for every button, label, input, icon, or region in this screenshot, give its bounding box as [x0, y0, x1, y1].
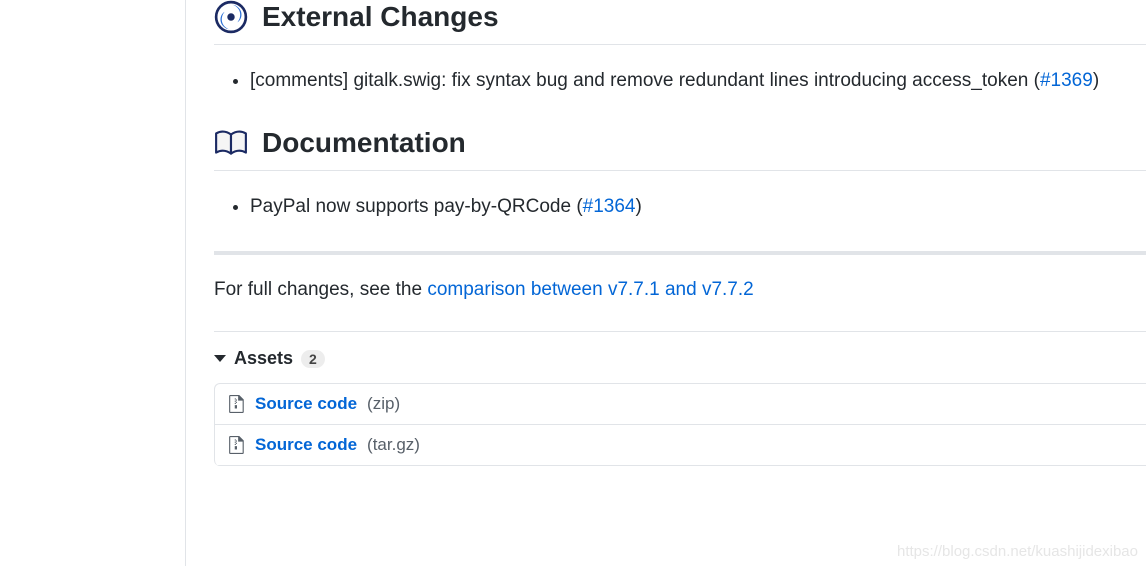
section-title: External Changes — [262, 1, 499, 33]
asset-ext: (tar.gz) — [367, 435, 420, 455]
external-changes-list: [comments] gitalk.swig: fix syntax bug a… — [214, 67, 1146, 96]
list-item: [comments] gitalk.swig: fix syntax bug a… — [250, 67, 1146, 96]
asset-ext: (zip) — [367, 394, 400, 414]
watermark-text: https://blog.csdn.net/kuashijidexibao — [897, 543, 1138, 560]
assets-list: Source code (zip) Source code (tar.gz) — [214, 383, 1146, 466]
documentation-list: PayPal now supports pay-by-QRCode (#1364… — [214, 193, 1146, 222]
asset-link[interactable]: Source code (tar.gz) — [229, 435, 420, 455]
asset-row: Source code (zip) — [215, 384, 1146, 425]
caret-down-icon — [214, 355, 226, 362]
item-text: [comments] gitalk.swig: fix syntax bug a… — [250, 70, 1040, 91]
section-heading-documentation: Documentation — [214, 126, 1146, 171]
horizontal-rule — [214, 251, 1146, 255]
item-text-after: ) — [636, 196, 642, 217]
release-body: External Changes [comments] gitalk.swig:… — [214, 0, 1146, 466]
issue-link[interactable]: #1364 — [583, 196, 636, 217]
file-zip-icon — [229, 436, 245, 454]
asset-name: Source code — [255, 435, 357, 455]
asset-name: Source code — [255, 394, 357, 414]
full-changes-text: For full changes, see the comparison bet… — [214, 279, 1146, 301]
item-text-after: ) — [1093, 70, 1099, 91]
vertical-divider — [185, 0, 186, 566]
assets-label: Assets — [234, 348, 293, 369]
list-item: PayPal now supports pay-by-QRCode (#1364… — [250, 193, 1146, 222]
section-title: Documentation — [262, 127, 466, 159]
asset-row: Source code (tar.gz) — [215, 425, 1146, 466]
file-zip-icon — [229, 395, 245, 413]
issue-link[interactable]: #1369 — [1040, 70, 1093, 91]
horizontal-rule-thin — [214, 331, 1146, 332]
assets-count-badge: 2 — [301, 350, 325, 368]
item-text: PayPal now supports pay-by-QRCode ( — [250, 196, 583, 217]
full-changes-prefix: For full changes, see the — [214, 279, 427, 300]
comparison-link[interactable]: comparison between v7.7.1 and v7.7.2 — [427, 279, 753, 300]
section-heading-external: External Changes — [214, 0, 1146, 45]
asset-link[interactable]: Source code (zip) — [229, 394, 400, 414]
cyclone-icon — [214, 0, 248, 34]
assets-toggle[interactable]: Assets 2 — [214, 348, 1146, 369]
open-book-icon — [214, 126, 248, 160]
